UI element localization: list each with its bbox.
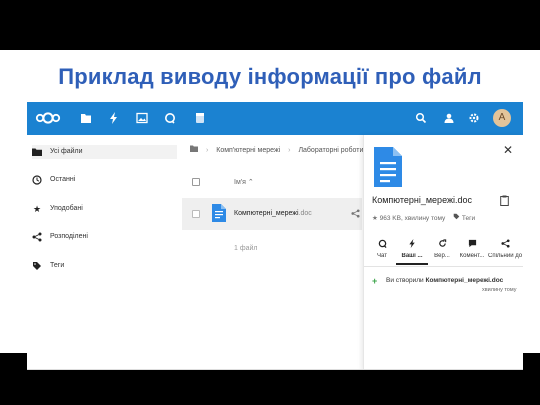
- tab-label: Ваші ...: [401, 253, 423, 259]
- top-bar: A: [27, 102, 523, 135]
- versions-icon: [426, 239, 458, 250]
- sidebar-item-recent[interactable]: Останні: [32, 173, 177, 187]
- sidebar-item-favorites[interactable]: ★ Уподобані: [32, 202, 177, 216]
- breadcrumb-separator: ›: [205, 147, 209, 154]
- tab-versions[interactable]: Вер...: [426, 239, 458, 265]
- star-icon: ★: [32, 204, 42, 214]
- activity-time: хвилину тому: [482, 287, 517, 293]
- tags-link[interactable]: Теги: [462, 215, 475, 222]
- gallery-icon[interactable]: [136, 112, 148, 124]
- close-icon[interactable]: ✕: [503, 143, 513, 157]
- favorite-star-icon[interactable]: ★: [372, 215, 378, 222]
- slide-title: Приклад виводу інформації про файл: [58, 64, 482, 89]
- file-name[interactable]: Компютерні_мережі.doc: [234, 210, 312, 217]
- sidebar-item-label: Усі файли: [50, 148, 83, 155]
- clock-icon: [32, 175, 42, 185]
- row-checkbox[interactable]: [192, 210, 200, 218]
- tab-label: Спільний доступ: [488, 253, 522, 259]
- details-tabs: Чат Ваші ... Вер... Комент... Спільний д…: [364, 235, 523, 267]
- tab-sharing[interactable]: Спільний доступ: [488, 239, 522, 265]
- chat-icon: [366, 239, 398, 250]
- comments-icon: [456, 239, 488, 250]
- sidebar: Усі файли Останні ★ Уподобані Розподілен…: [27, 135, 182, 369]
- file-list: › Комп'ютерні мережі › Лабораторні робот…: [182, 135, 363, 369]
- tab-comments[interactable]: Комент...: [456, 239, 488, 265]
- home-icon[interactable]: [190, 145, 198, 154]
- slide: Приклад виводу інформації про файл A Усі…: [0, 50, 540, 370]
- file-count-summary: 1 файл: [234, 245, 258, 252]
- activity-icon: [396, 239, 428, 250]
- settings-icon[interactable]: [468, 112, 480, 124]
- sidebar-item-label: Розподілені: [50, 233, 88, 240]
- sidebar-item-label: Теги: [50, 262, 65, 269]
- sharing-icon: [488, 239, 522, 250]
- search-icon[interactable]: [415, 112, 427, 124]
- document-icon: [212, 204, 226, 222]
- contacts-icon[interactable]: [443, 112, 455, 124]
- activity-icon[interactable]: [108, 112, 120, 124]
- tab-chat[interactable]: Чат: [366, 239, 398, 265]
- files-icon[interactable]: [80, 112, 92, 124]
- column-header-name[interactable]: Ім'я ⌃: [234, 178, 254, 186]
- sidebar-item-tags[interactable]: Теги: [32, 259, 177, 273]
- activity-prefix: Ви створили: [386, 277, 426, 284]
- sidebar-item-label: Уподобані: [50, 205, 83, 212]
- share-icon[interactable]: [351, 209, 360, 220]
- clipboard-icon[interactable]: [500, 195, 509, 209]
- file-extension: .doc: [298, 210, 312, 217]
- tag-icon[interactable]: [453, 213, 462, 222]
- notes-icon[interactable]: [194, 112, 206, 124]
- table-row[interactable]: Компютерні_мережі.doc: [182, 198, 362, 230]
- talk-icon[interactable]: [164, 112, 176, 124]
- tab-label: Комент...: [459, 253, 485, 259]
- document-icon: [374, 147, 402, 187]
- avatar[interactable]: A: [493, 109, 511, 127]
- share-icon: [32, 232, 42, 242]
- add-icon: +: [372, 276, 378, 286]
- breadcrumb-separator: ›: [288, 147, 291, 154]
- details-panel: ✕ Компютерні_мережі.doc ★ 963 KB, хвилин…: [363, 135, 523, 369]
- activity-text: Ви створили Компютерні_мережі.doc: [386, 277, 503, 284]
- tab-label: Вер...: [434, 253, 450, 259]
- activity-file-link[interactable]: Компютерні_мережі.doc: [425, 277, 503, 284]
- tag-icon: [32, 261, 42, 271]
- details-meta: ★ 963 KB, хвилину тому Теги: [372, 213, 475, 222]
- nextcloud-screenshot: A Усі файли Останні ★ Уподобані Розподіл…: [27, 102, 523, 370]
- breadcrumb-item[interactable]: Комп'ютерні мережі: [216, 147, 280, 154]
- tab-label: Чат: [377, 253, 387, 259]
- folder-icon: [32, 147, 42, 157]
- breadcrumb: › Комп'ютерні мережі › Лабораторні робот…: [190, 145, 369, 154]
- file-size-time: 963 KB, хвилину тому: [379, 215, 446, 222]
- breadcrumb-item[interactable]: Лабораторні роботи: [298, 147, 363, 154]
- sidebar-item-shared[interactable]: Розподілені: [32, 230, 177, 244]
- sidebar-item-label: Останні: [50, 176, 76, 183]
- sidebar-item-all-files[interactable]: Усі файли: [32, 145, 177, 159]
- details-file-title: Компютерні_мережі.doc: [372, 195, 473, 205]
- file-name-base: Компютерні_мережі: [234, 210, 299, 217]
- tab-activity[interactable]: Ваші ...: [396, 239, 428, 265]
- select-all-checkbox[interactable]: [192, 178, 200, 186]
- nextcloud-logo-icon[interactable]: [35, 111, 61, 125]
